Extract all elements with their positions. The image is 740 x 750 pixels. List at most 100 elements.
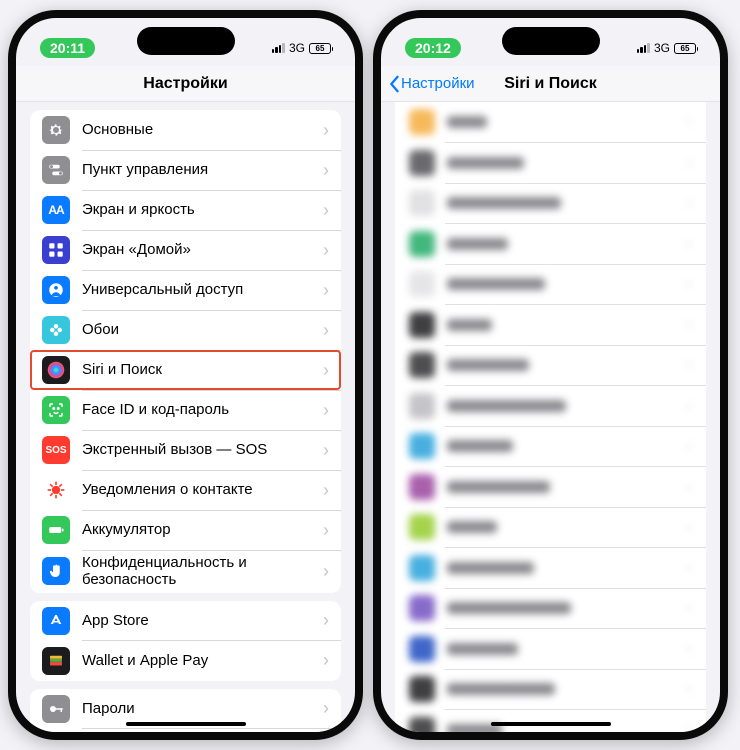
flower-icon bbox=[42, 316, 70, 344]
row-label: Экстренный вызов — SOS bbox=[82, 441, 311, 458]
app-row-blurred[interactable]: › bbox=[395, 629, 706, 669]
settings-row-appstore[interactable]: App Store › bbox=[30, 601, 341, 641]
app-row-blurred[interactable]: › bbox=[395, 588, 706, 628]
settings-row-flower[interactable]: Обои › bbox=[30, 310, 341, 350]
home-indicator[interactable] bbox=[491, 722, 611, 726]
settings-list[interactable]: Основные › Пункт управления › AA Экран и ярко… bbox=[16, 102, 355, 732]
signal-icon bbox=[272, 43, 285, 53]
chevron-right-icon: › bbox=[323, 160, 329, 181]
siri-icon bbox=[42, 356, 70, 384]
battery-icon bbox=[42, 516, 70, 544]
row-label: Уведомления о контакте bbox=[82, 481, 311, 498]
status-time: 20:12 bbox=[405, 38, 461, 58]
chevron-right-icon: › bbox=[323, 440, 329, 461]
battery-icon: 65 bbox=[674, 43, 696, 54]
app-row-blurred[interactable]: › bbox=[395, 102, 706, 142]
chevron-right-icon: › bbox=[323, 400, 329, 421]
settings-row-battery[interactable]: Аккумулятор › bbox=[30, 510, 341, 550]
row-label: Экран и яркость bbox=[82, 201, 311, 218]
home-indicator[interactable] bbox=[126, 722, 246, 726]
app-row-blurred[interactable]: › bbox=[395, 183, 706, 223]
row-label: Универсальный доступ bbox=[82, 281, 311, 298]
chevron-right-icon: › bbox=[323, 480, 329, 501]
chevron-right-icon: › bbox=[323, 200, 329, 221]
app-row-blurred[interactable]: › bbox=[395, 710, 706, 733]
chevron-right-icon: › bbox=[323, 280, 329, 301]
chevron-right-icon: › bbox=[323, 320, 329, 341]
row-label: Siri и Поиск bbox=[82, 361, 311, 378]
dynamic-island bbox=[137, 27, 235, 55]
chevron-right-icon: › bbox=[323, 698, 329, 719]
battery-icon: 65 bbox=[309, 43, 331, 54]
settings-row-virus[interactable]: Уведомления о контакте › bbox=[30, 470, 341, 510]
row-label: Face ID и код-пароль bbox=[82, 401, 311, 418]
settings-row-person[interactable]: Универсальный доступ › bbox=[30, 270, 341, 310]
grid-icon bbox=[42, 236, 70, 264]
siri-search-app-list[interactable]: ››››››››››››››››WhatsApp››› bbox=[381, 102, 720, 732]
row-label: Обои bbox=[82, 321, 311, 338]
person-icon bbox=[42, 276, 70, 304]
row-label: Аккумулятор bbox=[82, 521, 311, 538]
settings-row-hand[interactable]: Конфиденциальность и безопасность › bbox=[30, 550, 341, 593]
chevron-right-icon: › bbox=[323, 650, 329, 671]
network-label: 3G bbox=[289, 41, 305, 55]
chevron-right-icon: › bbox=[323, 360, 329, 381]
face-icon bbox=[42, 396, 70, 424]
sos-icon: SOS bbox=[42, 436, 70, 464]
dynamic-island bbox=[502, 27, 600, 55]
app-row-blurred[interactable]: › bbox=[395, 467, 706, 507]
settings-row-switches[interactable]: Пункт управления › bbox=[30, 150, 341, 190]
row-label: Пункт управления bbox=[82, 161, 311, 178]
nav-title: Siri и Поиск bbox=[504, 75, 597, 93]
app-row-blurred[interactable]: › bbox=[395, 224, 706, 264]
row-label: Wallet и Apple Pay bbox=[82, 652, 311, 669]
app-row-blurred[interactable]: › bbox=[395, 669, 706, 709]
key-icon bbox=[42, 695, 70, 723]
chevron-right-icon: › bbox=[323, 610, 329, 631]
status-right: 3G 65 bbox=[637, 41, 696, 55]
app-row-blurred[interactable]: › bbox=[395, 507, 706, 547]
settings-row-aa[interactable]: AA Экран и яркость › bbox=[30, 190, 341, 230]
app-row-blurred[interactable]: › bbox=[395, 548, 706, 588]
app-row-blurred[interactable]: › bbox=[395, 264, 706, 304]
phone-left: 20:11 3G 65 Настройки Основные›Пункт упр… bbox=[8, 10, 363, 740]
status-time: 20:11 bbox=[40, 38, 95, 58]
wallet-icon bbox=[42, 647, 70, 675]
row-label: Основные bbox=[82, 121, 311, 138]
settings-row-wallet[interactable]: Wallet и Apple Pay › bbox=[30, 641, 341, 681]
nav-title: Настройки bbox=[143, 75, 227, 93]
row-label: App Store bbox=[82, 612, 311, 629]
gear-icon bbox=[42, 116, 70, 144]
app-row-blurred[interactable]: › bbox=[395, 143, 706, 183]
chevron-right-icon: › bbox=[323, 240, 329, 261]
phone-right: 20:12 3G 65 Настройки Siri и Поиск ›››››… bbox=[373, 10, 728, 740]
signal-icon bbox=[637, 43, 650, 53]
nav-header: Настройки bbox=[16, 66, 355, 102]
nav-header: Настройки Siri и Поиск bbox=[381, 66, 720, 102]
chevron-right-icon: › bbox=[323, 561, 329, 582]
settings-row-gear[interactable]: Основные › bbox=[30, 110, 341, 150]
settings-row-face[interactable]: Face ID и код-пароль › bbox=[30, 390, 341, 430]
virus-icon bbox=[42, 476, 70, 504]
row-label: Конфиденциальность и безопасность bbox=[82, 554, 311, 589]
back-label: Настройки bbox=[401, 75, 475, 92]
settings-row-sos[interactable]: SOS Экстренный вызов — SOS › bbox=[30, 430, 341, 470]
app-row-blurred[interactable]: › bbox=[395, 386, 706, 426]
app-row-blurred[interactable]: › bbox=[395, 345, 706, 385]
hand-icon bbox=[42, 557, 70, 585]
settings-row-siri[interactable]: Siri и Поиск › bbox=[30, 350, 341, 390]
settings-row-grid[interactable]: Экран «Домой» › bbox=[30, 230, 341, 270]
app-row-blurred[interactable]: › bbox=[395, 426, 706, 466]
chevron-right-icon: › bbox=[323, 520, 329, 541]
status-right: 3G 65 bbox=[272, 41, 331, 55]
switches-icon bbox=[42, 156, 70, 184]
chevron-right-icon: › bbox=[323, 120, 329, 141]
settings-row-mail[interactable]: Почта› bbox=[30, 729, 341, 733]
appstore-icon bbox=[42, 607, 70, 635]
row-label: Экран «Домой» bbox=[82, 241, 311, 258]
aa-icon: AA bbox=[42, 196, 70, 224]
row-label: Пароли bbox=[82, 700, 311, 717]
back-button[interactable]: Настройки bbox=[387, 75, 475, 93]
network-label: 3G bbox=[654, 41, 670, 55]
app-row-blurred[interactable]: › bbox=[395, 305, 706, 345]
